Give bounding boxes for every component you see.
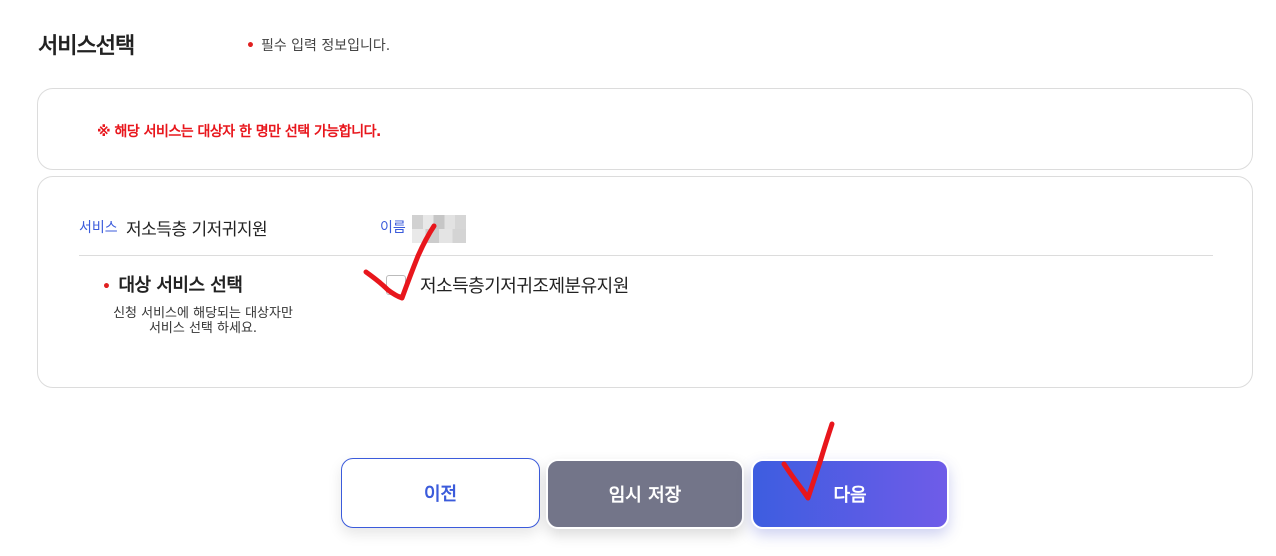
temp-save-button[interactable]: 임시 저장 [546, 459, 744, 529]
required-note-text: 필수 입력 정보입니다. [260, 38, 391, 54]
target-desc-line2: 서비스 선택 하세요. [148, 321, 258, 336]
page-title: 서비스선택 [38, 34, 135, 59]
service-option-row[interactable]: 저소득층기저귀조제분유지원 [386, 272, 629, 298]
notice-text: ※ 해당 서비스는 대상자 한 명만 선택 가능합니다. [97, 124, 381, 140]
required-dot-icon: • [246, 38, 255, 54]
required-dot-icon: • [102, 279, 111, 295]
target-selection-description: 신청 서비스에 해당되는 대상자만 서비스 선택 하세요. [98, 306, 308, 336]
target-selection-title: • 대상 서비스 선택 [102, 271, 243, 297]
service-box: 서비스 저소득층 기저귀지원 이름 • 대상 서비스 선택 신청 서비스에 해당되… [37, 176, 1253, 388]
name-label: 이름 [380, 220, 406, 236]
name-value-redacted [412, 215, 466, 243]
prev-button[interactable]: 이전 [341, 458, 540, 528]
target-desc-line1: 신청 서비스에 해당되는 대상자만 [113, 306, 293, 321]
required-note: • 필수 입력 정보입니다. [246, 35, 390, 55]
notice-box: ※ 해당 서비스는 대상자 한 명만 선택 가능합니다. [37, 88, 1253, 170]
service-option-checkbox[interactable] [386, 275, 406, 295]
divider [79, 255, 1213, 256]
service-option-label[interactable]: 저소득층기저귀조제분유지원 [420, 272, 629, 298]
service-selection-page: 서비스선택 • 필수 입력 정보입니다. ※ 해당 서비스는 대상자 한 명만 선… [0, 0, 1276, 556]
service-value: 저소득층 기저귀지원 [126, 220, 268, 240]
service-label: 서비스 [79, 220, 118, 236]
target-selection-title-text: 대상 서비스 선택 [118, 275, 243, 296]
next-button[interactable]: 다음 [751, 459, 949, 529]
